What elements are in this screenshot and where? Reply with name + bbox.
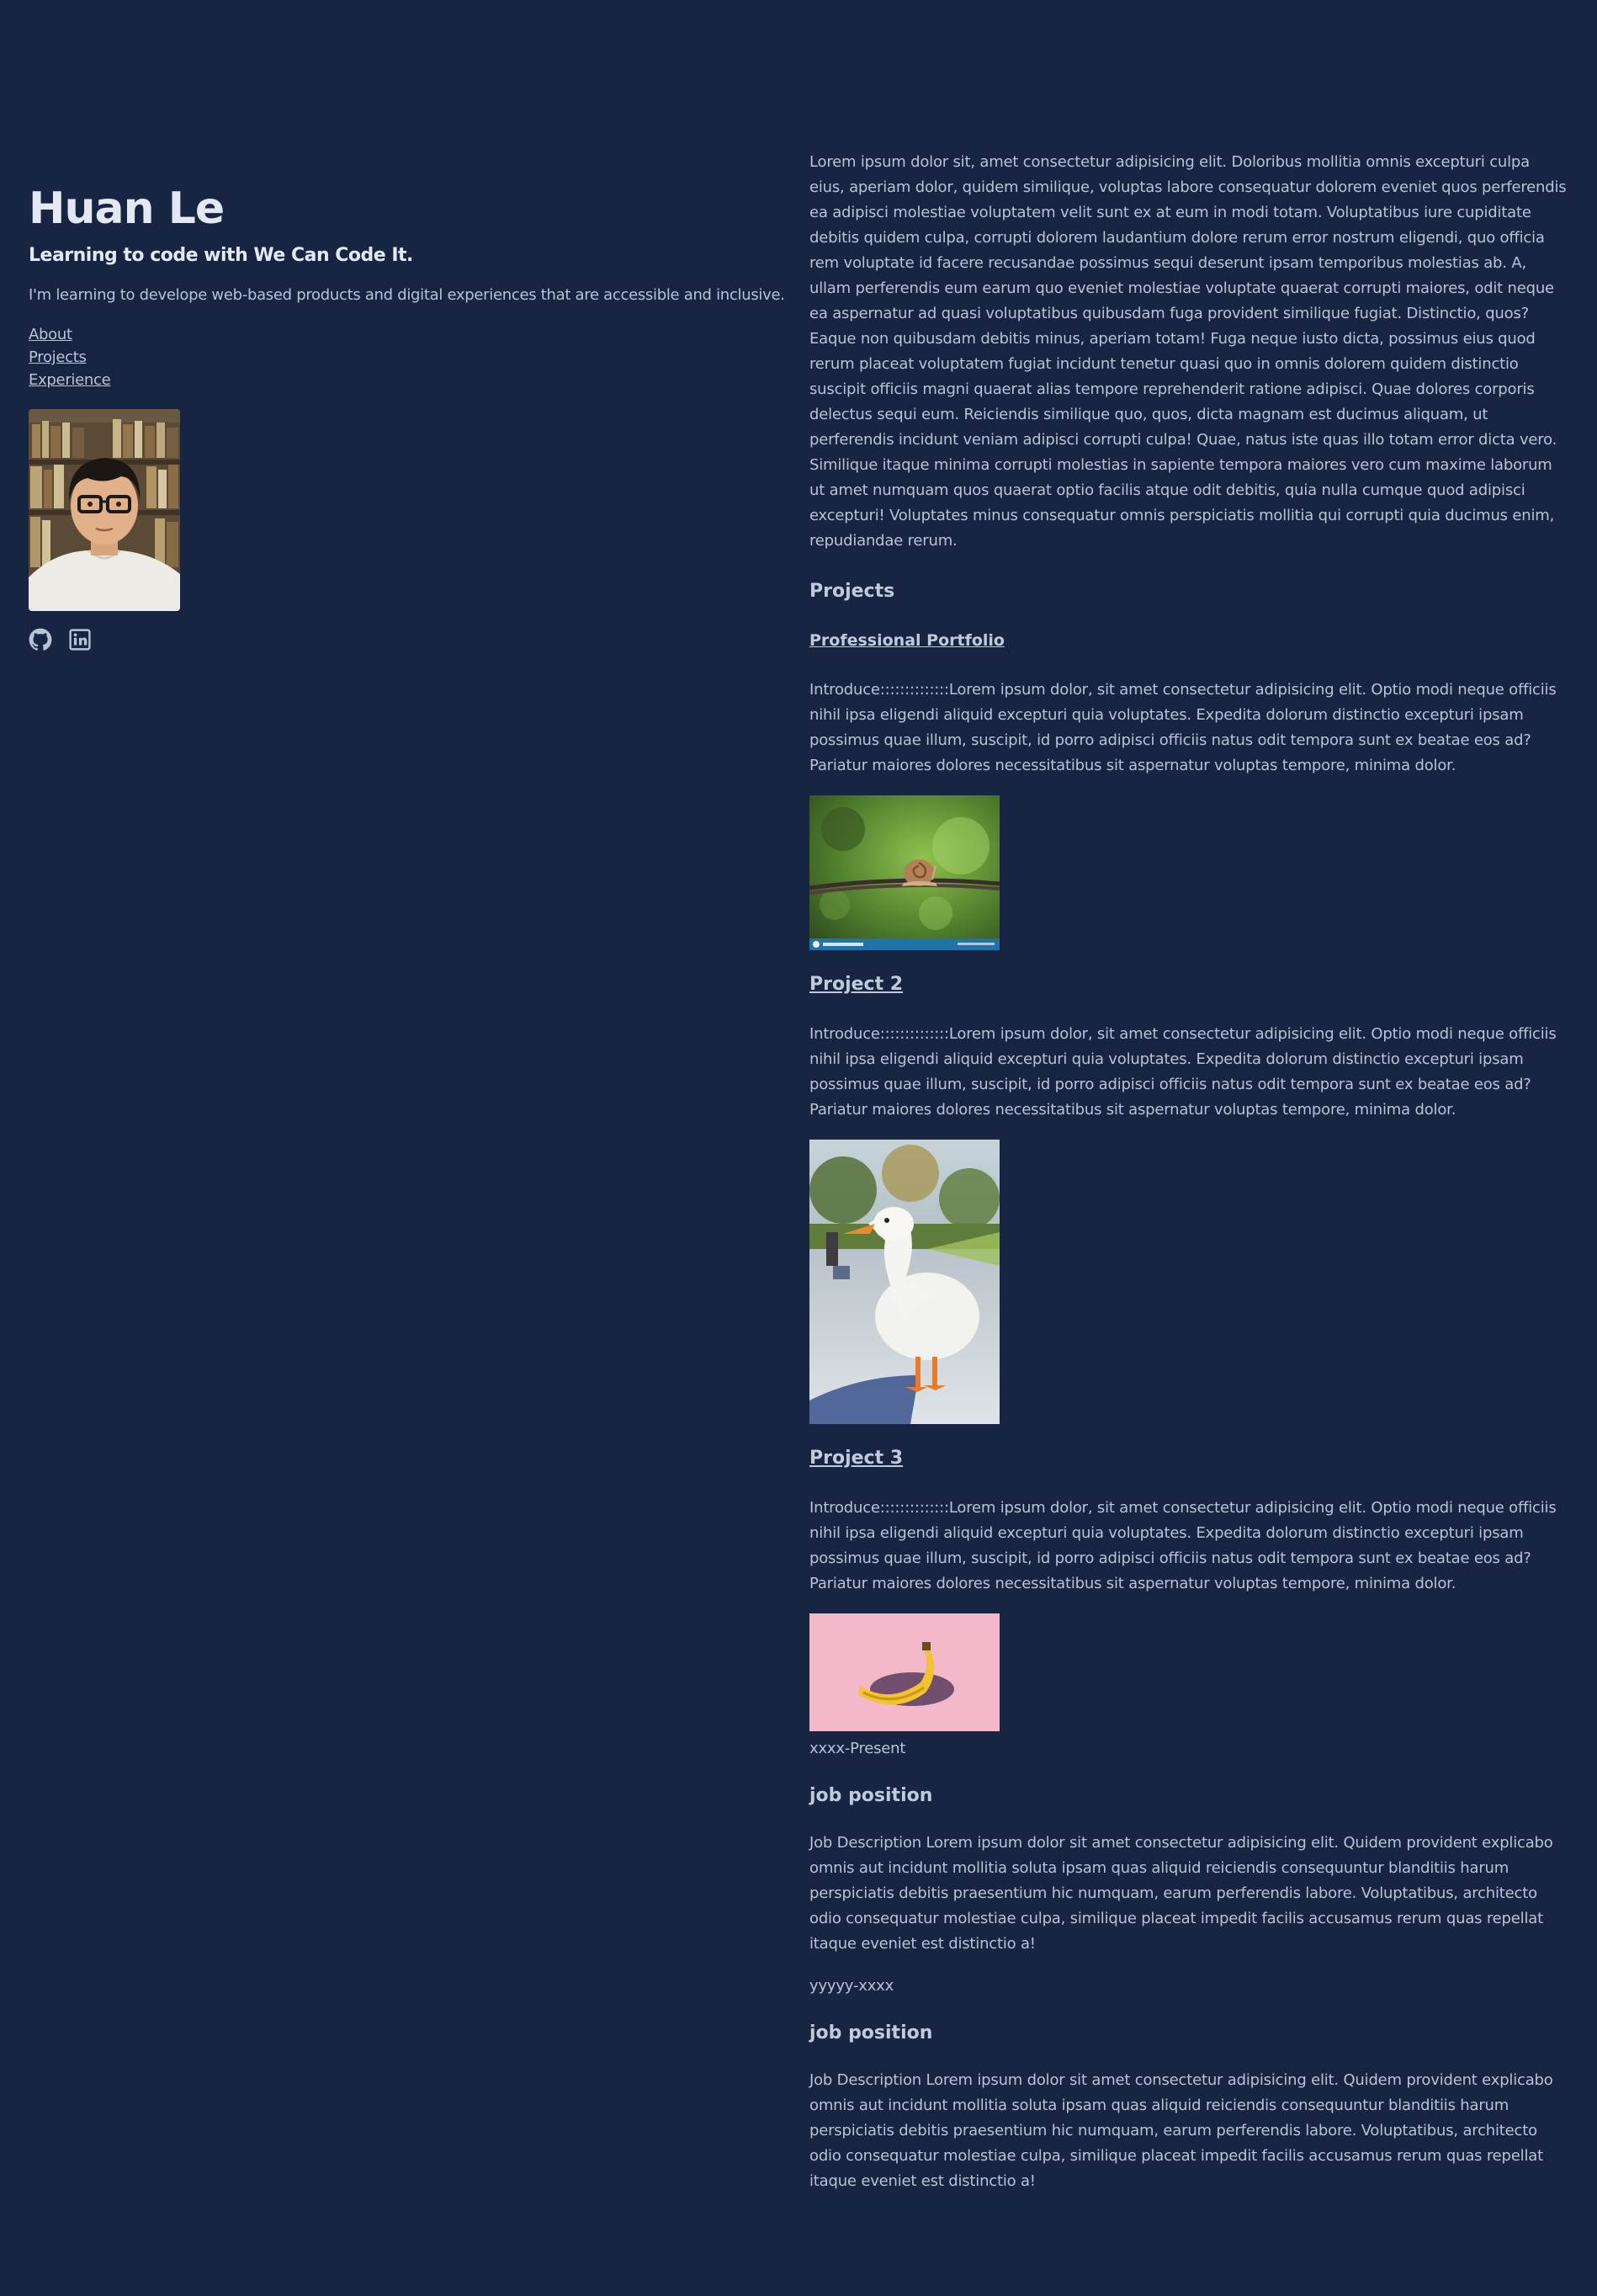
white-duck-photo xyxy=(809,1140,1000,1424)
job-description: Job Description Lorem ipsum dolor sit am… xyxy=(809,2071,1553,2190)
profile-header: Huan Le Learning to code with We Can Cod… xyxy=(29,183,786,651)
github-icon[interactable] xyxy=(29,628,52,651)
profile-name: Huan Le xyxy=(29,183,225,234)
section-nav: About Projects Experience xyxy=(29,326,786,389)
experience-section: job position Job Description Lorem ipsum… xyxy=(809,1783,1567,2194)
projects-section: Projects Professional Portfolio Introduc… xyxy=(809,579,1567,1762)
nav-link-experience[interactable]: Experience xyxy=(29,371,111,389)
job-dates: yyyyy-xxxx xyxy=(809,1977,894,1995)
main-content: Lorem ipsum dolor sit, amet consectetur … xyxy=(809,150,1567,2194)
project-description: Introduce::::::::::::::Lorem ipsum dolor… xyxy=(809,681,1557,774)
profile-intro: I'm learning to develope web-based produ… xyxy=(29,286,785,305)
nav-link-projects[interactable]: Projects xyxy=(29,348,87,366)
snail-on-wire-photo xyxy=(809,795,1000,950)
job-description: Job Description Lorem ipsum dolor sit am… xyxy=(809,1834,1553,1953)
project-description: Introduce::::::::::::::Lorem ipsum dolor… xyxy=(809,1025,1557,1119)
avatar xyxy=(29,409,180,612)
profile-tagline: Learning to code with We Can Code It. xyxy=(29,245,413,267)
project-title-project-2[interactable]: Project 2 xyxy=(809,972,903,997)
job-title: job position xyxy=(809,1785,933,1806)
project-title-project-3[interactable]: Project 3 xyxy=(809,1446,903,1471)
project-title-professional-portfolio[interactable]: Professional Portfolio xyxy=(809,628,1005,653)
project-description: Introduce::::::::::::::Lorem ipsum dolor… xyxy=(809,1499,1557,1592)
about-text: Lorem ipsum dolor sit, amet consectetur … xyxy=(809,153,1567,550)
page: Huan Le Learning to code with We Can Cod… xyxy=(0,0,1597,2296)
job-title: job position xyxy=(809,2022,933,2044)
nav-link-about[interactable]: About xyxy=(29,326,72,343)
about-section: Lorem ipsum dolor sit, amet consectetur … xyxy=(809,150,1567,554)
banana-photo xyxy=(809,1613,1000,1731)
project-caption: xxxx-Present xyxy=(809,1740,906,1757)
projects-heading: Projects xyxy=(809,581,895,602)
social-links xyxy=(29,628,786,651)
linkedin-icon[interactable] xyxy=(69,629,91,651)
